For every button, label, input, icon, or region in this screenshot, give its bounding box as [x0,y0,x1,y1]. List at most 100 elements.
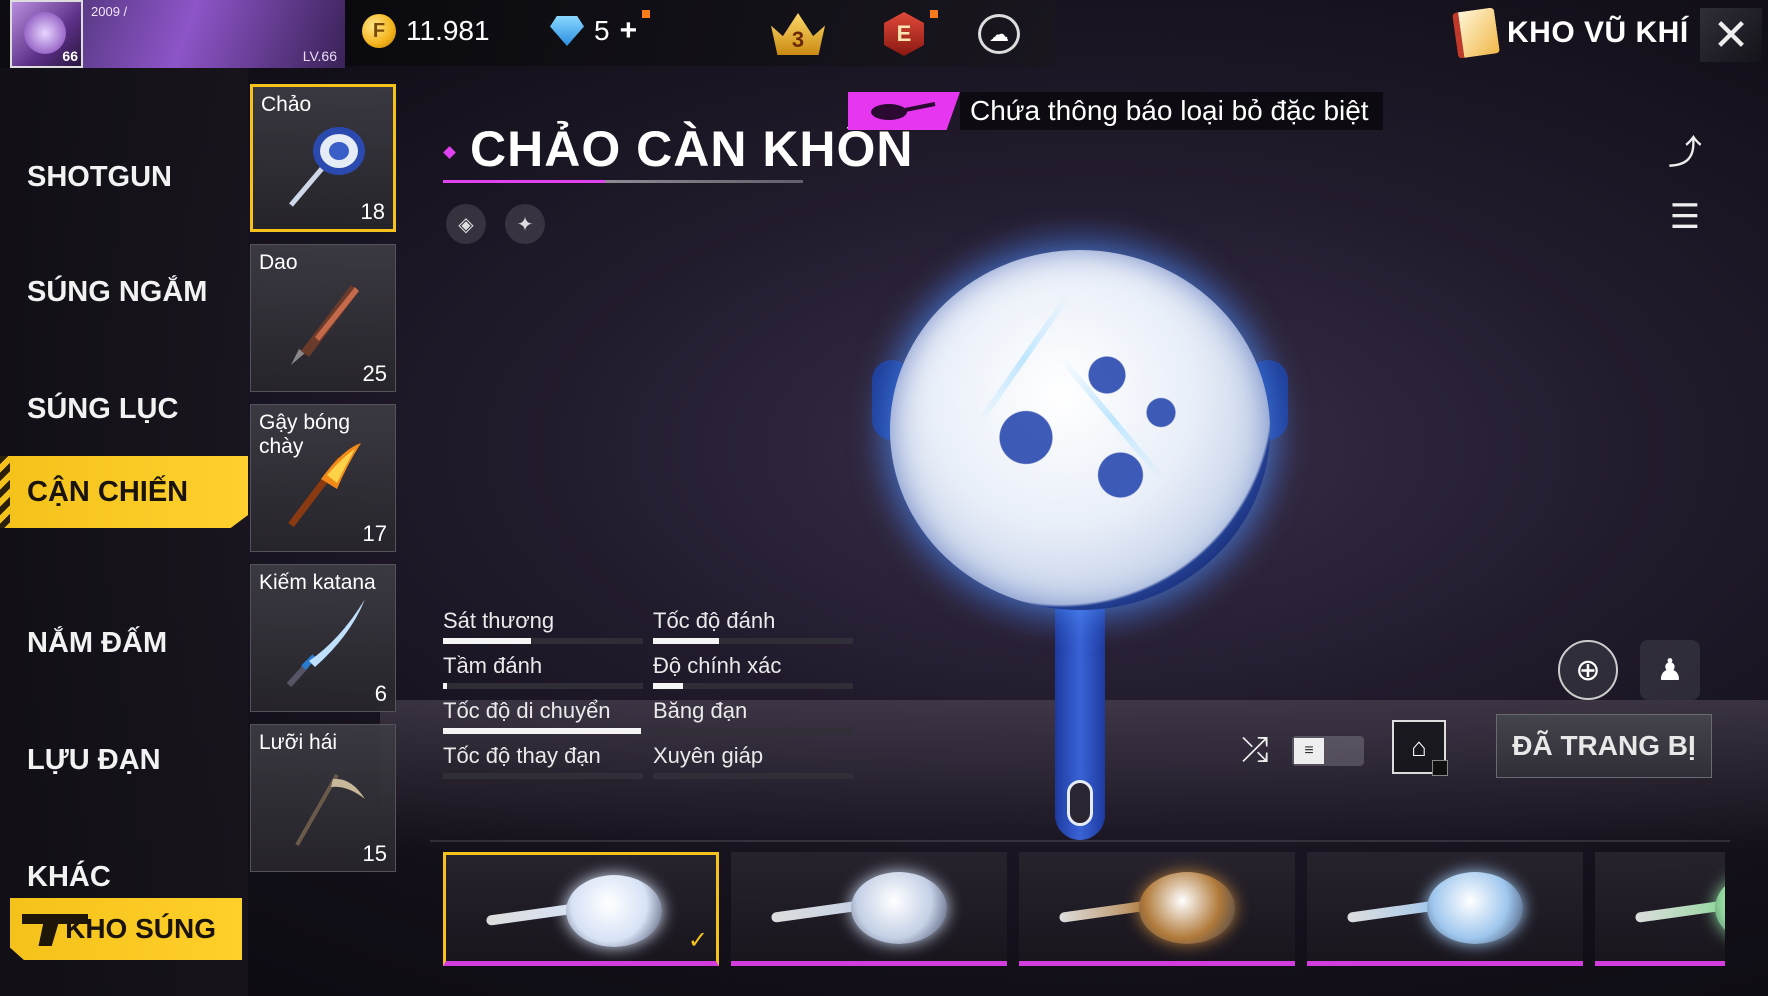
stat-fill [653,683,683,689]
weapon-count: 18 [360,199,385,224]
stat-bar [443,773,643,779]
banner-level: LV.66 [302,48,337,64]
stat-label: Độ chính xác [653,653,782,678]
avatar-level: 66 [62,48,78,64]
home-checkbox [1432,760,1448,776]
random-toggle[interactable]: ≡ [1292,736,1364,766]
title-bullet [443,146,456,159]
diamond-icon [550,16,584,46]
weapon-count: 6 [374,681,387,706]
weapon-count: 25 [362,361,387,386]
add-diamonds-button[interactable]: + [620,14,638,48]
category-grenade[interactable]: LỰU ĐẠN [0,724,248,796]
skin-option[interactable] [731,852,1007,966]
equipped-check-icon: ✓ [687,927,708,954]
elite-notification-dot [930,10,938,18]
stat-bar [653,728,853,734]
category-pistol[interactable]: SÚNG LỤC [0,373,248,445]
stat-label: Băng đạn [653,698,748,723]
stat-label: Tốc độ thay đạn [443,743,601,768]
weapon-title: CHẢO CÀN KHÔN [470,121,914,177]
stat-bar [443,728,643,734]
avatar-face [24,12,66,54]
weapon-vault-title: KHO VŨ KHÍ [1452,7,1689,59]
attribute-effect-icon[interactable]: ✦ [505,204,545,244]
top-bar: 66 2009 / LV.66 F 11.981 5 + 3 E ☁ KHO V… [0,0,1768,68]
skin-handle [1634,899,1725,923]
stat-damage: Sát thương [443,608,643,648]
skin-option[interactable]: ✓ [443,852,719,966]
pan-handle-hole [1067,780,1093,826]
weapon-book-icon [1452,7,1500,59]
coin-icon: F [362,14,396,48]
gold-amount: 11.981 [406,15,490,46]
stat-bar [653,683,853,689]
frying-pan-icon [871,102,936,120]
diamond-amount: 5 [594,15,610,46]
stat-magazine: Băng đạn [653,698,853,738]
weapon-name: Kiếm katana [259,571,376,594]
stat-bar [653,638,853,644]
stat-label: Tốc độ di chuyển [443,698,611,723]
home-star-icon[interactable]: ⌂ [1392,720,1448,776]
skin-pan [851,872,947,944]
bat-icon [288,443,361,528]
stat-label: Sát thương [443,608,555,633]
diamond-currency[interactable]: 5 + [550,14,637,48]
stat-fill [443,728,641,734]
weapon-name: Dao [259,251,298,274]
banner-year: 2009 / [91,4,128,19]
zoom-in-icon[interactable]: ⊕ [1558,640,1618,700]
stat-bar [653,773,853,779]
player-avatar[interactable]: 66 [10,0,83,68]
character-icon[interactable]: ♟ [1640,640,1700,700]
stat-range: Tầm đánh [443,653,643,693]
shuffle-icon[interactable]: ⤮ [1232,730,1278,770]
category-fist[interactable]: NẮM ĐẤM [0,607,248,679]
stat-label: Tốc độ đánh [653,608,776,633]
close-button[interactable]: ✕ [1700,8,1762,62]
category-sidebar: SHOTGUN SÚNG NGẮM SÚNG LỤC CẬN CHIẾN NẮM… [0,68,248,996]
stat-reload-speed: Tốc độ thay đạn [443,743,643,783]
weapon-name: Chảo [261,93,312,116]
skin-option[interactable] [1595,852,1725,966]
diamond-notification-dot [642,10,650,18]
category-shotgun[interactable]: SHOTGUN [0,141,248,213]
equipped-button[interactable]: ĐÃ TRANG BỊ [1496,714,1712,778]
cloud-upload-icon[interactable]: ☁ [978,14,1020,54]
weapon-card-bat[interactable]: Gậy bóng chày 17 [250,404,396,552]
stat-fill [443,638,531,644]
weapon-card-pan[interactable]: Chảo 18 [250,84,396,232]
title-underline [443,180,803,183]
gun-vault-button[interactable]: KHO SÚNG [10,898,242,960]
dragon-pattern [945,300,1215,550]
player-banner[interactable]: 2009 / LV.66 [83,0,345,68]
category-melee[interactable]: CẬN CHIẾN [0,456,248,528]
weapon-card-scythe[interactable]: Lưỡi hái 15 [250,724,396,872]
stat-fill [443,683,447,689]
skin-pan [1427,872,1523,944]
skin-pan [1139,872,1235,944]
home-glyph: ⌂ [1411,731,1427,762]
weapon-card-knife[interactable]: Dao 25 [250,244,396,392]
page-title: KHO VŨ KHÍ [1507,16,1689,49]
document-search-icon[interactable]: ☰ [1660,192,1710,242]
stat-label: Xuyên giáp [653,743,764,768]
toggle-knob: ≡ [1294,738,1324,764]
stat-attack-speed: Tốc độ đánh [653,608,853,648]
stat-label: Tầm đánh [443,653,543,678]
gold-currency[interactable]: F 11.981 [362,14,490,48]
rank-badge[interactable]: 3 [770,12,826,56]
weapon-count: 15 [362,841,387,866]
attribute-sound-icon[interactable]: ◈ [446,204,486,244]
stat-bar [443,638,643,644]
stat-fill [653,638,719,644]
category-sniper[interactable]: SÚNG NGẮM [0,256,248,328]
share-icon[interactable]: ⤴ [1660,124,1710,174]
weapon-name: Lưỡi hái [259,731,338,754]
stat-move-speed: Tốc độ di chuyển [443,698,643,738]
katana-icon [286,599,365,688]
skin-option[interactable] [1019,852,1295,966]
skin-option[interactable] [1307,852,1583,966]
weapon-card-katana[interactable]: Kiếm katana 6 [250,564,396,712]
